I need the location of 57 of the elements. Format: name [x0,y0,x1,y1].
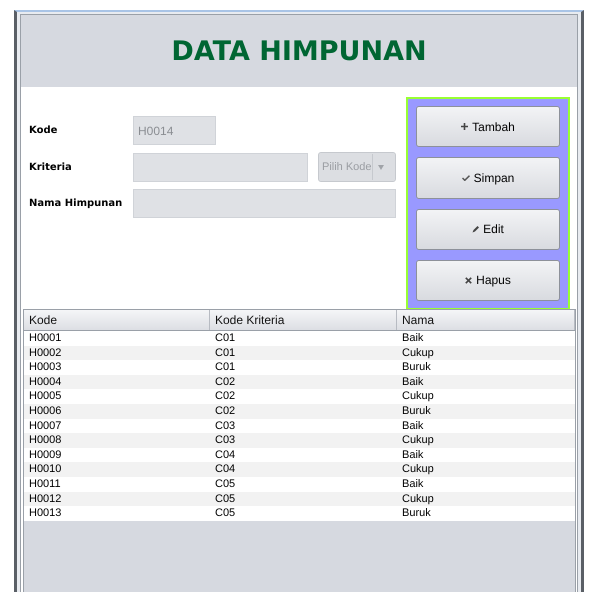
action-button[interactable]: Simpan [416,157,560,198]
table-cell-text: C05 [214,492,236,506]
name-field[interactable] [133,189,396,218]
field-label: Nama Himpunan [29,198,124,209]
action-button[interactable]: Hapus [416,260,560,301]
table-cell-text: C02 [214,389,236,404]
table-cell-text: Cukup [401,433,435,448]
column-header[interactable]: Kode [24,310,210,330]
page-title: DATA HIMPUNAN [171,36,427,66]
table-cell-text: C05 [214,476,236,492]
table-cell-text: Cukup [401,389,435,404]
table-cell-text: H0004 [28,374,62,390]
table-cell-text: H0007 [28,418,62,434]
table-cell-text: H0010 [28,462,62,477]
table-cell-text: H0003 [28,360,62,375]
table-cell-text: C02 [214,374,236,390]
table-cell-text: C01 [214,331,236,346]
action-button[interactable]: Edit [416,208,560,250]
table-cell-text: H0002 [28,346,62,360]
check-icon [462,174,470,181]
table-cell-text: C03 [214,433,236,448]
table-cell-text: Cukup [401,492,435,506]
pencil-icon [472,226,480,233]
table-cell-text: Baik [401,331,424,346]
table-cell-text: H0011 [28,476,62,492]
table-cell-text: C02 [214,404,236,419]
table-cell-text: Baik [401,374,424,390]
table-cell-text: Baik [401,448,424,462]
column-header[interactable]: Kode Kriteria [210,310,397,330]
table-cell-text: C04 [214,462,236,477]
action-button[interactable]: Tambah [416,106,560,148]
table-cell-text: Baik [401,476,424,492]
table-cell-text: Buruk [401,506,432,521]
column-header[interactable]: Nama [397,310,575,330]
delete-icon [465,276,472,284]
table-cell-text: H0008 [28,433,62,448]
table-cell-text: Buruk [401,360,432,375]
table-cell-text: H0013 [28,506,62,521]
caret-icon [378,164,384,170]
plus-icon [461,123,468,130]
field-label: Kriteria [29,162,73,172]
table-cell-text: H0009 [28,448,62,462]
table-cell-text: H0012 [28,492,62,506]
table-cell-text: Buruk [401,404,432,419]
table-cell-text: C04 [214,448,236,462]
table-cell-text: Baik [401,418,424,434]
criteria-field[interactable] [133,152,308,182]
table-cell-text: Cukup [401,462,435,477]
field-label: Kode [29,125,58,136]
table-cell-text: C01 [214,360,236,375]
table-cell-text: H0005 [28,389,62,404]
table-cell-text: C01 [214,346,236,360]
table-cell-text: H0001 [28,331,62,346]
table-cell-text: C03 [214,418,236,434]
table-cell-text: C05 [214,506,236,521]
table-cell-text: Cukup [401,346,435,360]
table-cell-text: H0006 [28,404,62,419]
